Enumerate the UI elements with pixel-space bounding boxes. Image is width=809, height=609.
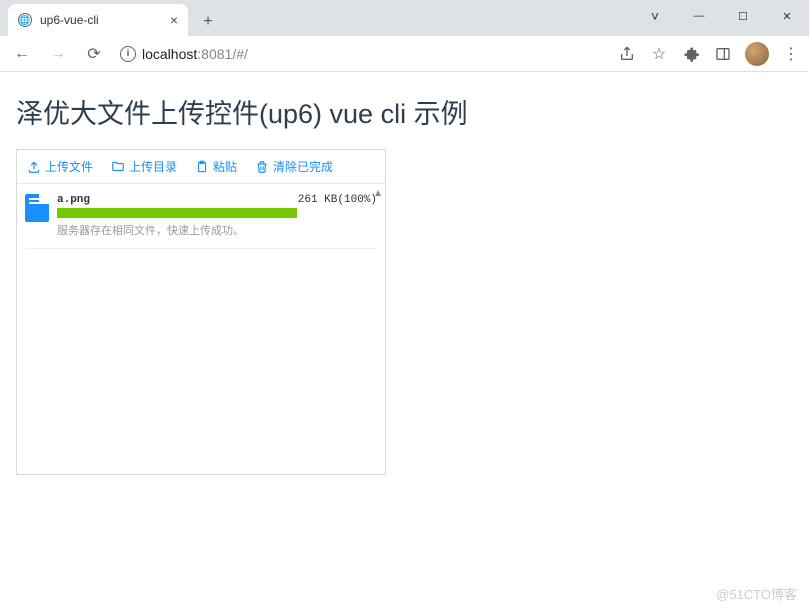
browser-tab[interactable]: 🌐 up6-vue-cli ×: [8, 4, 188, 36]
page-title: 泽优大文件上传控件(up6) vue cli 示例: [16, 92, 793, 131]
file-name: a.png: [57, 194, 90, 206]
file-list: ▲ a.png 261 KB(100%) 服务器存在相同文件，快速上传成功。: [17, 184, 385, 474]
clear-done-label: 清除已完成: [273, 158, 333, 175]
window-controls: ˅ — ☐ ✕: [633, 0, 809, 32]
file-icon: [25, 194, 49, 222]
file-size: 261 KB(100%): [298, 194, 377, 206]
share-icon[interactable]: [617, 44, 637, 64]
url-port: :8081: [197, 46, 232, 62]
reload-button[interactable]: ⟳: [80, 40, 108, 68]
star-icon[interactable]: ☆: [649, 44, 669, 64]
close-window-button[interactable]: ✕: [765, 0, 809, 32]
back-button[interactable]: ←: [8, 40, 36, 68]
profile-avatar[interactable]: [745, 42, 769, 66]
upload-panel: 上传文件 上传目录 粘贴 清除已完成: [16, 149, 386, 475]
clipboard-icon: [195, 160, 209, 174]
minimize-button[interactable]: —: [677, 0, 721, 32]
url-box[interactable]: i localhost:8081/#/: [120, 46, 248, 62]
close-icon[interactable]: ×: [170, 12, 178, 28]
forward-button[interactable]: →: [44, 40, 72, 68]
trash-icon: [255, 160, 269, 174]
new-tab-button[interactable]: +: [194, 8, 222, 36]
upload-file-label: 上传文件: [45, 158, 93, 175]
menu-icon[interactable]: ⋮: [781, 44, 801, 64]
upload-toolbar: 上传文件 上传目录 粘贴 清除已完成: [17, 150, 385, 184]
url-path: /#/: [232, 46, 248, 62]
paste-label: 粘贴: [213, 158, 237, 175]
file-item: a.png 261 KB(100%) 服务器存在相同文件，快速上传成功。: [25, 190, 377, 249]
folder-icon: [111, 160, 125, 174]
clear-done-button[interactable]: 清除已完成: [255, 158, 333, 175]
progress-bar: [57, 208, 297, 218]
extensions-icon[interactable]: [681, 44, 701, 64]
maximize-button[interactable]: ☐: [721, 0, 765, 32]
watermark: @51CTO博客: [716, 584, 797, 603]
upload-dir-button[interactable]: 上传目录: [111, 158, 177, 175]
paste-button[interactable]: 粘贴: [195, 158, 237, 175]
page-content: 泽优大文件上传控件(up6) vue cli 示例 上传文件 上传目录 粘贴: [0, 72, 809, 495]
globe-icon: 🌐: [18, 13, 32, 27]
site-info-icon[interactable]: i: [120, 46, 136, 62]
scroll-up-icon[interactable]: ▲: [373, 188, 383, 199]
tab-title: up6-vue-cli: [40, 13, 99, 27]
address-bar: ← → ⟳ i localhost:8081/#/ ☆ ⋮: [0, 36, 809, 72]
upload-file-button[interactable]: 上传文件: [27, 158, 93, 175]
side-panel-icon[interactable]: [713, 44, 733, 64]
upload-icon: [27, 160, 41, 174]
url-host: localhost: [142, 46, 197, 62]
chevron-down-icon[interactable]: ˅: [633, 0, 677, 32]
upload-dir-label: 上传目录: [129, 158, 177, 175]
file-status: 服务器存在相同文件，快速上传成功。: [57, 222, 377, 238]
